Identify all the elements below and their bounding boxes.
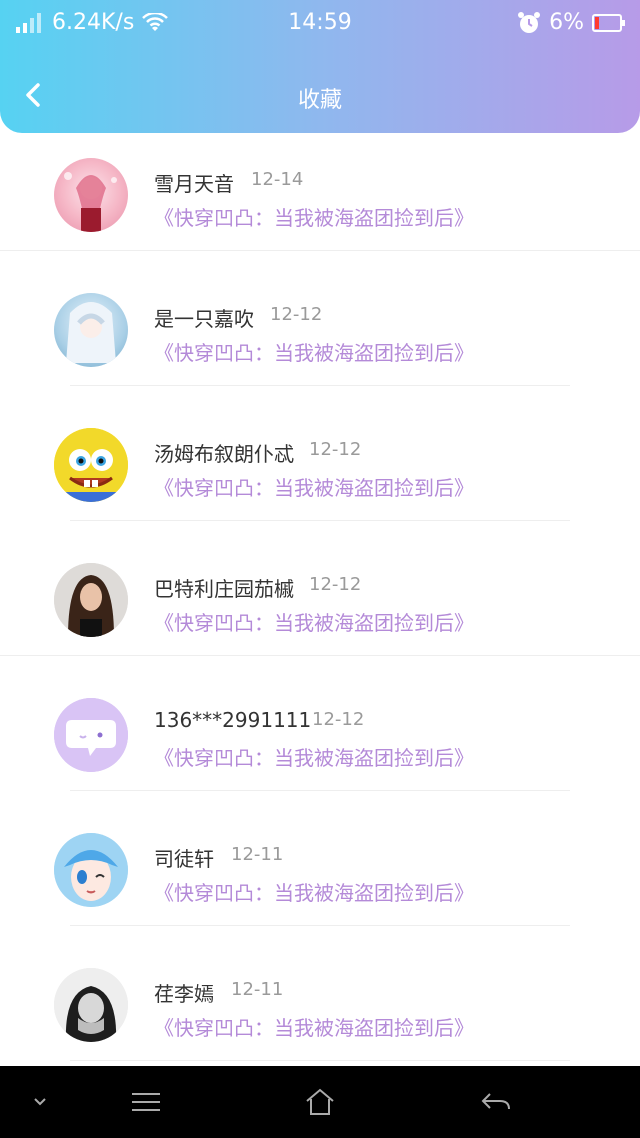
chevron-down-icon <box>34 1098 46 1106</box>
avatar[interactable] <box>54 428 128 502</box>
avatar[interactable] <box>54 698 128 772</box>
system-nav-bar <box>0 1066 640 1138</box>
battery-percent: 6% <box>549 10 584 35</box>
menu-button[interactable] <box>126 1084 166 1120</box>
user-name: 荏李嫣 <box>154 982 214 1006</box>
list-item[interactable]: 巴特利庄园茄槭 12-12 《快穿凹凸：当我被海盗团捡到后》 <box>0 555 640 690</box>
date-label: 12-14 <box>251 169 304 190</box>
book-title[interactable]: 《快穿凹凸：当我被海盗团捡到后》 <box>154 877 474 906</box>
date-label: 12-12 <box>309 574 362 595</box>
list-item[interactable]: 136***2991111 12-12 《快穿凹凸：当我被海盗团捡到后》 <box>0 690 640 825</box>
divider <box>70 790 570 791</box>
list-item[interactable]: 是一只嘉吹 12-12 《快穿凹凸：当我被海盗团捡到后》 <box>0 285 640 420</box>
title-bar: 收藏 <box>0 70 640 122</box>
menu-icon <box>132 1093 160 1111</box>
avatar[interactable] <box>54 563 128 637</box>
avatar[interactable] <box>54 293 128 367</box>
book-title[interactable]: 《快穿凹凸：当我被海盗团捡到后》 <box>154 1012 474 1041</box>
user-name: 136***2991111 <box>154 708 312 732</box>
date-label: 12-11 <box>231 844 284 865</box>
book-title[interactable]: 《快穿凹凸：当我被海盗团捡到后》 <box>154 337 474 366</box>
list-item[interactable]: 雪月天音 12-14 《快穿凹凸：当我被海盗团捡到后》 <box>0 150 640 285</box>
date-label: 12-12 <box>270 304 323 325</box>
avatar[interactable] <box>54 158 128 232</box>
user-name: 是一只嘉吹 <box>154 307 254 331</box>
favorites-list: 雪月天音 12-14 《快穿凹凸：当我被海盗团捡到后》 是一只嘉吹 12-12 … <box>0 150 640 1095</box>
user-name: 雪月天音 <box>154 172 234 196</box>
home-icon <box>306 1088 334 1115</box>
back-nav-button[interactable] <box>476 1084 516 1120</box>
alarm-icon <box>518 11 541 33</box>
divider <box>70 925 570 926</box>
back-arrow-icon <box>481 1093 510 1110</box>
book-title[interactable]: 《快穿凹凸：当我被海盗团捡到后》 <box>154 472 474 501</box>
page-title: 收藏 <box>297 88 342 113</box>
avatar[interactable] <box>54 968 128 1042</box>
list-item[interactable]: 汤姆布叙朗仆忒 12-12 《快穿凹凸：当我被海盗团捡到后》 <box>0 420 640 555</box>
avatar[interactable] <box>54 833 128 907</box>
date-label: 12-12 <box>312 709 365 730</box>
user-name: 巴特利庄园茄槭 <box>154 577 294 601</box>
divider <box>70 385 570 386</box>
date-label: 12-12 <box>309 439 362 460</box>
user-name: 司徒轩 <box>154 847 214 871</box>
divider <box>0 250 640 251</box>
user-name: 汤姆布叙朗仆忒 <box>154 442 294 466</box>
header: 6.24K/s 14:59 6% 收藏 <box>0 0 640 133</box>
collapse-button[interactable] <box>20 1084 60 1120</box>
status-bar: 6.24K/s 14:59 6% <box>0 0 640 46</box>
divider <box>0 655 640 656</box>
book-title[interactable]: 《快穿凹凸：当我被海盗团捡到后》 <box>154 607 474 636</box>
list-item[interactable]: 司徒轩 12-11 《快穿凹凸：当我被海盗团捡到后》 <box>0 825 640 960</box>
book-title[interactable]: 《快穿凹凸：当我被海盗团捡到后》 <box>154 742 474 771</box>
book-title[interactable]: 《快穿凹凸：当我被海盗团捡到后》 <box>154 202 474 231</box>
divider <box>70 1060 570 1061</box>
home-button[interactable] <box>300 1084 340 1120</box>
divider <box>70 520 570 521</box>
battery-icon <box>592 13 625 32</box>
date-label: 12-11 <box>231 979 284 1000</box>
